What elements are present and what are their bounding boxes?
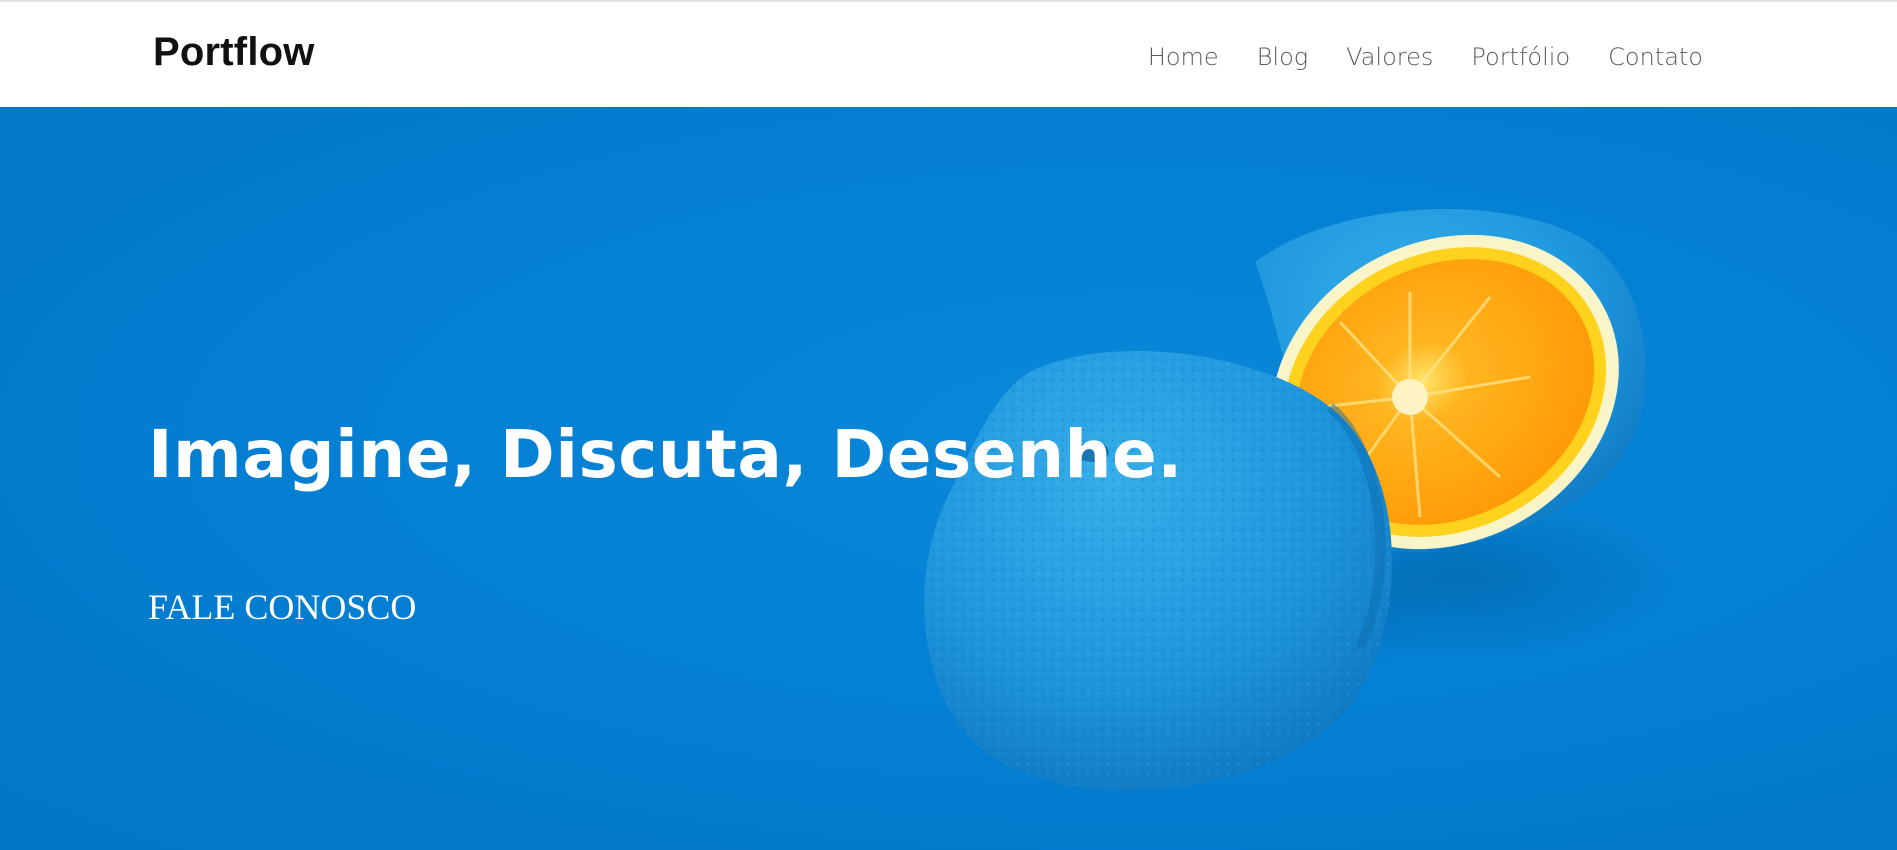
main-nav: Home Blog Valores Portfólio Contato — [1148, 39, 1703, 75]
hero-section: Imagine, Discuta, Desenhe. FALE CONOSCO — [0, 107, 1897, 850]
nav-link-blog[interactable]: Blog — [1257, 39, 1308, 75]
nav-link-contato[interactable]: Contato — [1608, 39, 1703, 75]
brand-logo[interactable]: Portflow — [153, 28, 315, 76]
hero-headline: Imagine, Discuta, Desenhe. — [148, 416, 1183, 494]
nav-link-portfolio[interactable]: Portfólio — [1471, 39, 1570, 75]
navbar: Portflow Home Blog Valores Portfólio Con… — [0, 2, 1897, 107]
nav-link-home[interactable]: Home — [1148, 39, 1219, 75]
nav-link-valores[interactable]: Valores — [1346, 39, 1433, 75]
landing-page: Portflow Home Blog Valores Portfólio Con… — [0, 0, 1897, 850]
contact-cta-link[interactable]: FALE CONOSCO — [148, 585, 416, 629]
